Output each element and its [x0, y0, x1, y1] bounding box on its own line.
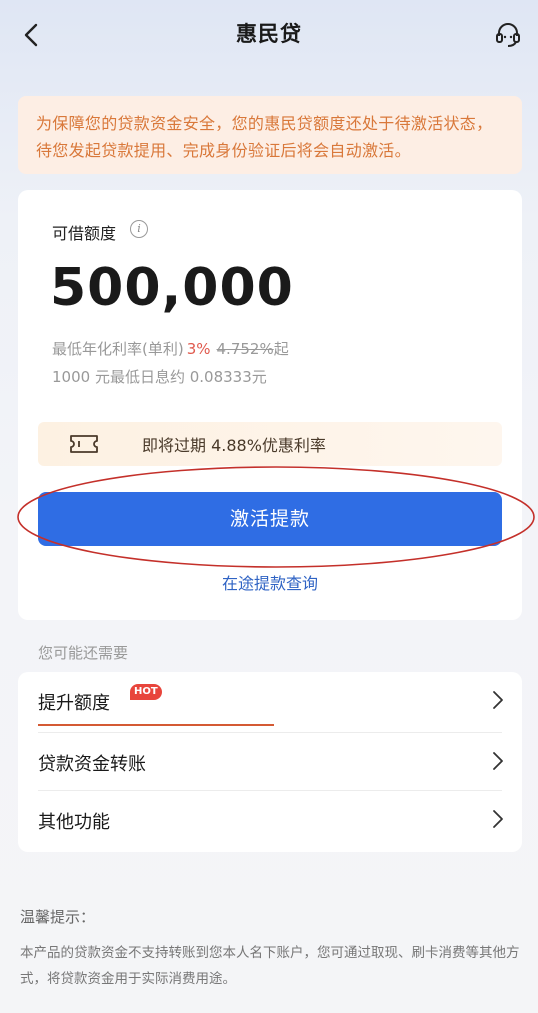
info-icon[interactable]: i	[130, 220, 148, 238]
menu-item-other-functions[interactable]: 其他功能	[18, 791, 522, 849]
ticket-icon	[68, 432, 100, 456]
chevron-right-icon	[493, 752, 503, 770]
menu-item-raise-limit[interactable]: 提升额度 HOT	[18, 672, 522, 730]
chevron-right-icon	[493, 691, 503, 709]
chevron-right-icon	[493, 810, 503, 828]
credit-amount: 500,000	[50, 258, 294, 318]
rate-old: 4.752%	[216, 340, 274, 358]
activate-withdraw-button[interactable]: 激活提款	[38, 492, 502, 546]
pending-withdraw-query-link[interactable]: 在途提款查询	[18, 570, 522, 594]
menu-item-label: 贷款资金转账	[38, 754, 146, 775]
customer-service-icon[interactable]	[494, 20, 522, 50]
credit-limit-label: 可借额度	[52, 224, 117, 243]
service-menu: 提升额度 HOT 贷款资金转账 其他功能	[18, 672, 522, 852]
highlight-underline	[38, 724, 274, 726]
daily-interest: 1000 元最低日息约 0.08333元	[52, 368, 267, 386]
menu-item-label: 其他功能	[38, 812, 110, 833]
coupon-text: 即将过期 4.88%优惠利率	[142, 436, 326, 455]
rate-prefix: 最低年化利率(单利)	[52, 340, 184, 358]
tips-text: 本产品的贷款资金不支持转账到您本人名下账户，您可通过取现、刷卡消费等其他方式，将…	[20, 945, 520, 987]
rate-suffix: 起	[273, 340, 289, 358]
section-title: 您可能还需要	[38, 644, 129, 662]
rate-value: 3%	[186, 340, 211, 358]
page-title: 惠民贷	[236, 22, 302, 46]
coupon-banner[interactable]: 即将过期 4.88%优惠利率	[38, 422, 502, 466]
tips-title: 温馨提示：	[20, 908, 96, 926]
credit-card: 可借额度 i 500,000 最低年化利率(单利) 3% 4.752%起 1000 …	[18, 190, 522, 620]
menu-item-label: 提升额度	[38, 693, 110, 714]
rate-line: 最低年化利率(单利) 3% 4.752%起	[52, 338, 289, 359]
hot-badge: HOT	[130, 684, 162, 700]
top-nav-bar: 惠民贷	[0, 0, 538, 70]
activation-notice: 为保障您的贷款资金安全，您的惠民贷额度还处于待激活状态，待您发起贷款提用、完成身…	[18, 96, 522, 174]
menu-item-loan-transfer[interactable]: 贷款资金转账	[18, 733, 522, 791]
